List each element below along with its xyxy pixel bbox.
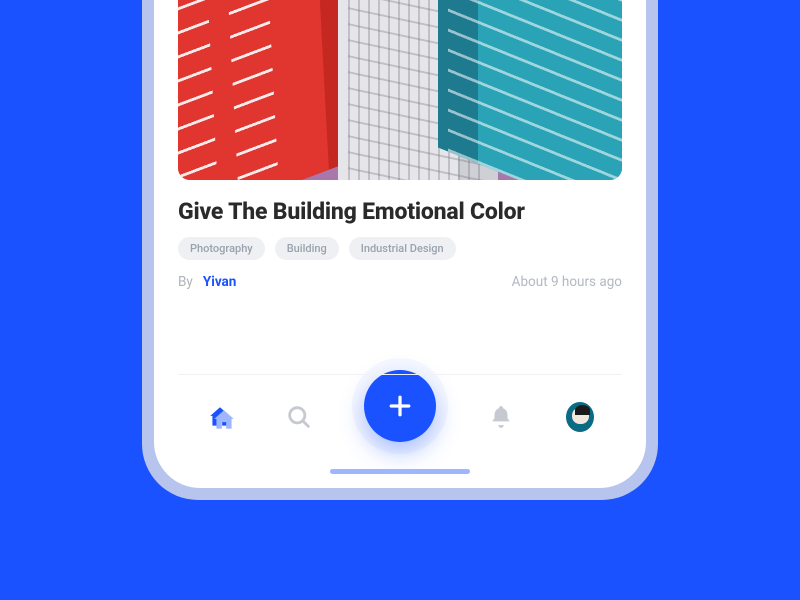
feed-content: Give The Building Emotional Color Photog… [154, 0, 646, 290]
post-time: About 9 hours ago [512, 274, 622, 290]
by-label: By [178, 274, 193, 290]
tab-home[interactable] [206, 403, 234, 431]
plus-icon [385, 391, 415, 421]
fab-add[interactable] [364, 370, 436, 442]
tab-search[interactable] [285, 403, 313, 431]
post-tags: Photography Building Industrial Design [178, 237, 622, 260]
home-icon-shadow [211, 407, 237, 433]
post-meta: By Yivan About 9 hours ago [178, 274, 622, 290]
screen: Give The Building Emotional Color Photog… [154, 0, 646, 488]
tab-notifications[interactable] [487, 403, 515, 431]
tag-industrial-design[interactable]: Industrial Design [349, 237, 456, 260]
post-author-line[interactable]: By Yivan [178, 274, 236, 290]
post-hero-image[interactable] [178, 0, 622, 180]
post-author[interactable]: Yivan [203, 274, 236, 290]
tab-profile[interactable] [566, 403, 594, 431]
search-icon [285, 403, 313, 431]
avatar[interactable] [566, 402, 594, 432]
building-teal [438, 0, 622, 180]
tag-building[interactable]: Building [275, 237, 339, 260]
tag-photography[interactable]: Photography [178, 237, 265, 260]
home-indicator[interactable] [330, 469, 470, 474]
post-title[interactable]: Give The Building Emotional Color [178, 198, 622, 225]
phone-frame: Give The Building Emotional Color Photog… [142, 0, 658, 500]
building-red [178, 0, 359, 180]
tab-bar [154, 380, 646, 454]
bell-icon [488, 404, 514, 430]
